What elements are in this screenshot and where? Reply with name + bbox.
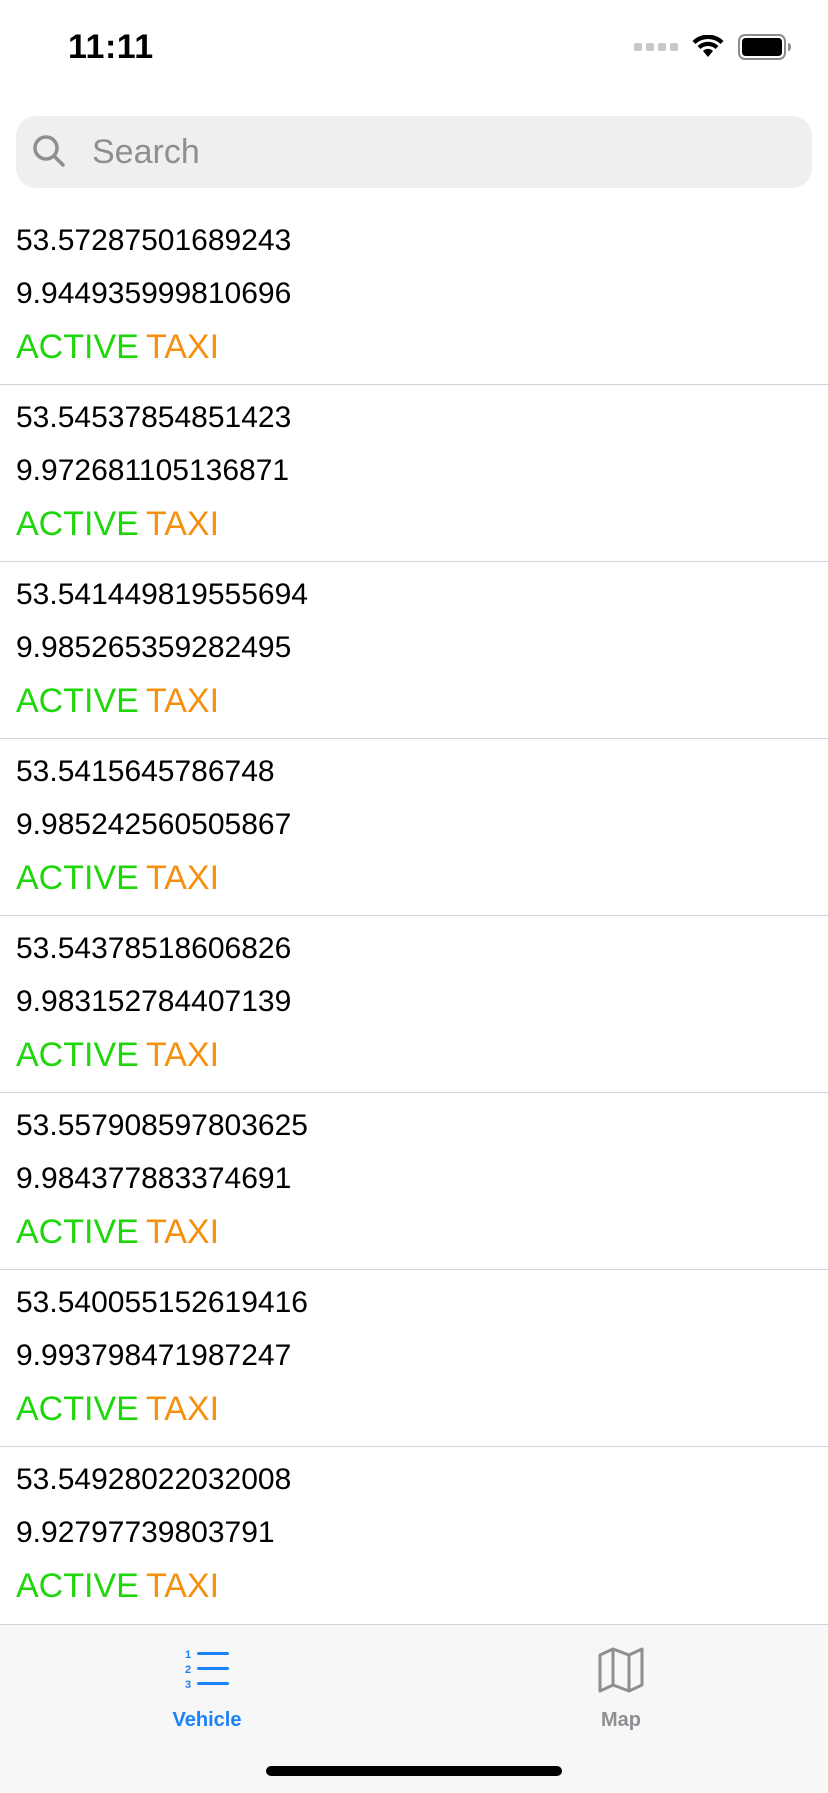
battery-icon (738, 34, 791, 60)
vehicle-row[interactable]: 53.54928022032008 9.92797739803791 ACTIV… (0, 1447, 828, 1624)
cellular-signal-icon (634, 43, 678, 51)
vehicle-state: ACTIVE (16, 1567, 139, 1605)
vehicle-row[interactable]: 53.541449819555694 9.985265359282495 ACT… (0, 562, 828, 739)
vehicle-state: ACTIVE (16, 859, 139, 897)
svg-text:1: 1 (185, 1649, 191, 1661)
search-icon (33, 135, 65, 167)
vehicle-state: ACTIVE (16, 1036, 139, 1074)
vehicle-latitude: 53.57287501689243 (16, 224, 292, 257)
numbered-list-icon: 1 2 3 (185, 1649, 229, 1691)
status-bar: 11:11 (0, 0, 828, 100)
vehicle-list: 53.57287501689243 9.944935999810696 ACTI… (0, 208, 828, 1624)
wifi-icon (692, 35, 724, 57)
vehicle-latitude: 53.54378518606826 (16, 932, 292, 965)
vehicle-longitude: 9.944935999810696 (16, 277, 292, 310)
vehicle-state: ACTIVE (16, 682, 139, 720)
search-input[interactable] (76, 116, 812, 188)
vehicle-latitude: 53.557908597803625 (16, 1109, 308, 1142)
vehicle-row[interactable]: 53.557908597803625 9.984377883374691 ACT… (0, 1093, 828, 1270)
map-icon (598, 1647, 644, 1693)
vehicle-type: TAXI (146, 1390, 220, 1428)
vehicle-row[interactable]: 53.5415645786748 9.985242560505867 ACTIV… (0, 739, 828, 916)
tab-map[interactable]: Map (414, 1625, 828, 1735)
vehicle-state: ACTIVE (16, 328, 139, 366)
vehicle-state: ACTIVE (16, 505, 139, 543)
vehicle-latitude: 53.5415645786748 (16, 755, 275, 788)
vehicle-row[interactable]: 53.57287501689243 9.944935999810696 ACTI… (0, 208, 828, 385)
vehicle-type: TAXI (146, 1036, 220, 1074)
tab-vehicle[interactable]: 1 2 3 Vehicle (0, 1625, 414, 1735)
tab-vehicle-label: Vehicle (172, 1709, 242, 1731)
vehicle-longitude: 9.985265359282495 (16, 631, 292, 664)
vehicle-latitude: 53.54928022032008 (16, 1463, 292, 1496)
vehicle-latitude: 53.541449819555694 (16, 578, 308, 611)
svg-text:3: 3 (185, 1679, 191, 1691)
vehicle-type: TAXI (146, 1213, 220, 1251)
vehicle-type: TAXI (146, 1567, 220, 1605)
vehicle-state: ACTIVE (16, 1213, 139, 1251)
tab-map-label: Map (601, 1709, 641, 1731)
home-indicator (266, 1766, 562, 1776)
vehicle-row[interactable]: 53.54378518606826 9.983152784407139 ACTI… (0, 916, 828, 1093)
vehicle-type: TAXI (146, 328, 220, 366)
vehicle-row[interactable]: 53.54537854851423 9.972681105136871 ACTI… (0, 385, 828, 562)
status-icons (634, 34, 792, 60)
vehicle-state: ACTIVE (16, 1390, 139, 1428)
svg-text:2: 2 (185, 1664, 191, 1676)
vehicle-row[interactable]: 53.540055152619416 9.993798471987247 ACT… (0, 1270, 828, 1447)
vehicle-longitude: 9.985242560505867 (16, 808, 292, 841)
vehicle-longitude: 9.972681105136871 (16, 454, 290, 487)
vehicle-longitude: 9.984377883374691 (16, 1162, 292, 1195)
vehicle-type: TAXI (146, 505, 220, 543)
status-time: 11:11 (68, 28, 154, 66)
vehicle-latitude: 53.540055152619416 (16, 1286, 308, 1319)
vehicle-latitude: 53.54537854851423 (16, 401, 292, 434)
vehicle-type: TAXI (146, 859, 220, 897)
vehicle-longitude: 9.993798471987247 (16, 1339, 292, 1372)
vehicle-type: TAXI (146, 682, 220, 720)
vehicle-longitude: 9.983152784407139 (16, 985, 292, 1018)
search-bar[interactable] (16, 116, 812, 188)
vehicle-longitude: 9.92797739803791 (16, 1516, 275, 1549)
